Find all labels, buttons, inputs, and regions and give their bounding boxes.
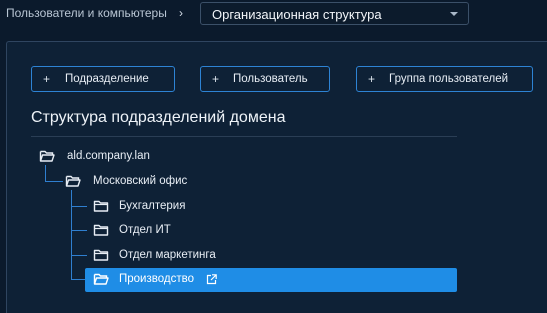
breadcrumb-separator-icon: › [179,6,183,20]
app-root: Пользователи и компьютеры › Организацион… [0,0,547,313]
tree-node-root[interactable]: ald.company.lan [39,145,239,169]
tree-connector [45,181,63,182]
folder-icon [93,224,109,236]
folder-icon [93,200,109,212]
tree-node-label: Бухгалтерия [119,200,186,212]
add-user-button[interactable]: + Пользователь [200,66,330,92]
add-subdivision-button[interactable]: + Подразделение [31,66,175,92]
tree-node-label: Отдел ИТ [119,224,171,236]
tree-node-accounting[interactable]: Бухгалтерия [93,195,293,219]
folder-icon [93,249,109,261]
tree-node-office[interactable]: Московский офис [65,170,265,194]
tree-connector [71,190,72,280]
add-subdivision-label: Подразделение [65,73,149,85]
top-bar: Пользователи и компьютеры › Организацион… [0,0,547,30]
folder-open-icon [93,273,109,285]
tree-connector [71,279,85,280]
tree-node-label: Отдел маркетинга [119,249,216,261]
breadcrumb-users-computers[interactable]: Пользователи и компьютеры [6,6,167,20]
tree-node-marketing[interactable]: Отдел маркетинга [93,244,293,268]
section-title: Структура подразделений домена [31,109,286,126]
folder-open-icon [65,175,81,187]
view-select-value: Организационная структура [212,7,382,22]
tree-node-production[interactable]: Производство [85,268,457,292]
add-user-label: Пользователь [233,73,308,85]
plus-icon: + [368,72,376,86]
tree-connector [71,230,87,231]
folder-open-icon [39,150,55,162]
plus-icon: + [212,72,220,86]
tree-node-label: ald.company.lan [67,150,150,162]
external-link-icon[interactable] [206,274,217,285]
section-divider [31,136,457,137]
tree-node-it[interactable]: Отдел ИТ [93,219,293,243]
chevron-down-icon [450,12,458,16]
tree-connector [71,206,87,207]
add-user-group-button[interactable]: + Группа пользователей [356,66,533,92]
tree-connector [71,255,87,256]
plus-icon: + [43,72,51,86]
view-select[interactable]: Организационная структура [200,2,469,25]
tree-node-label: Производство [119,273,194,285]
add-user-group-label: Группа пользователей [389,73,509,85]
tree-node-label: Московский офис [93,175,188,187]
